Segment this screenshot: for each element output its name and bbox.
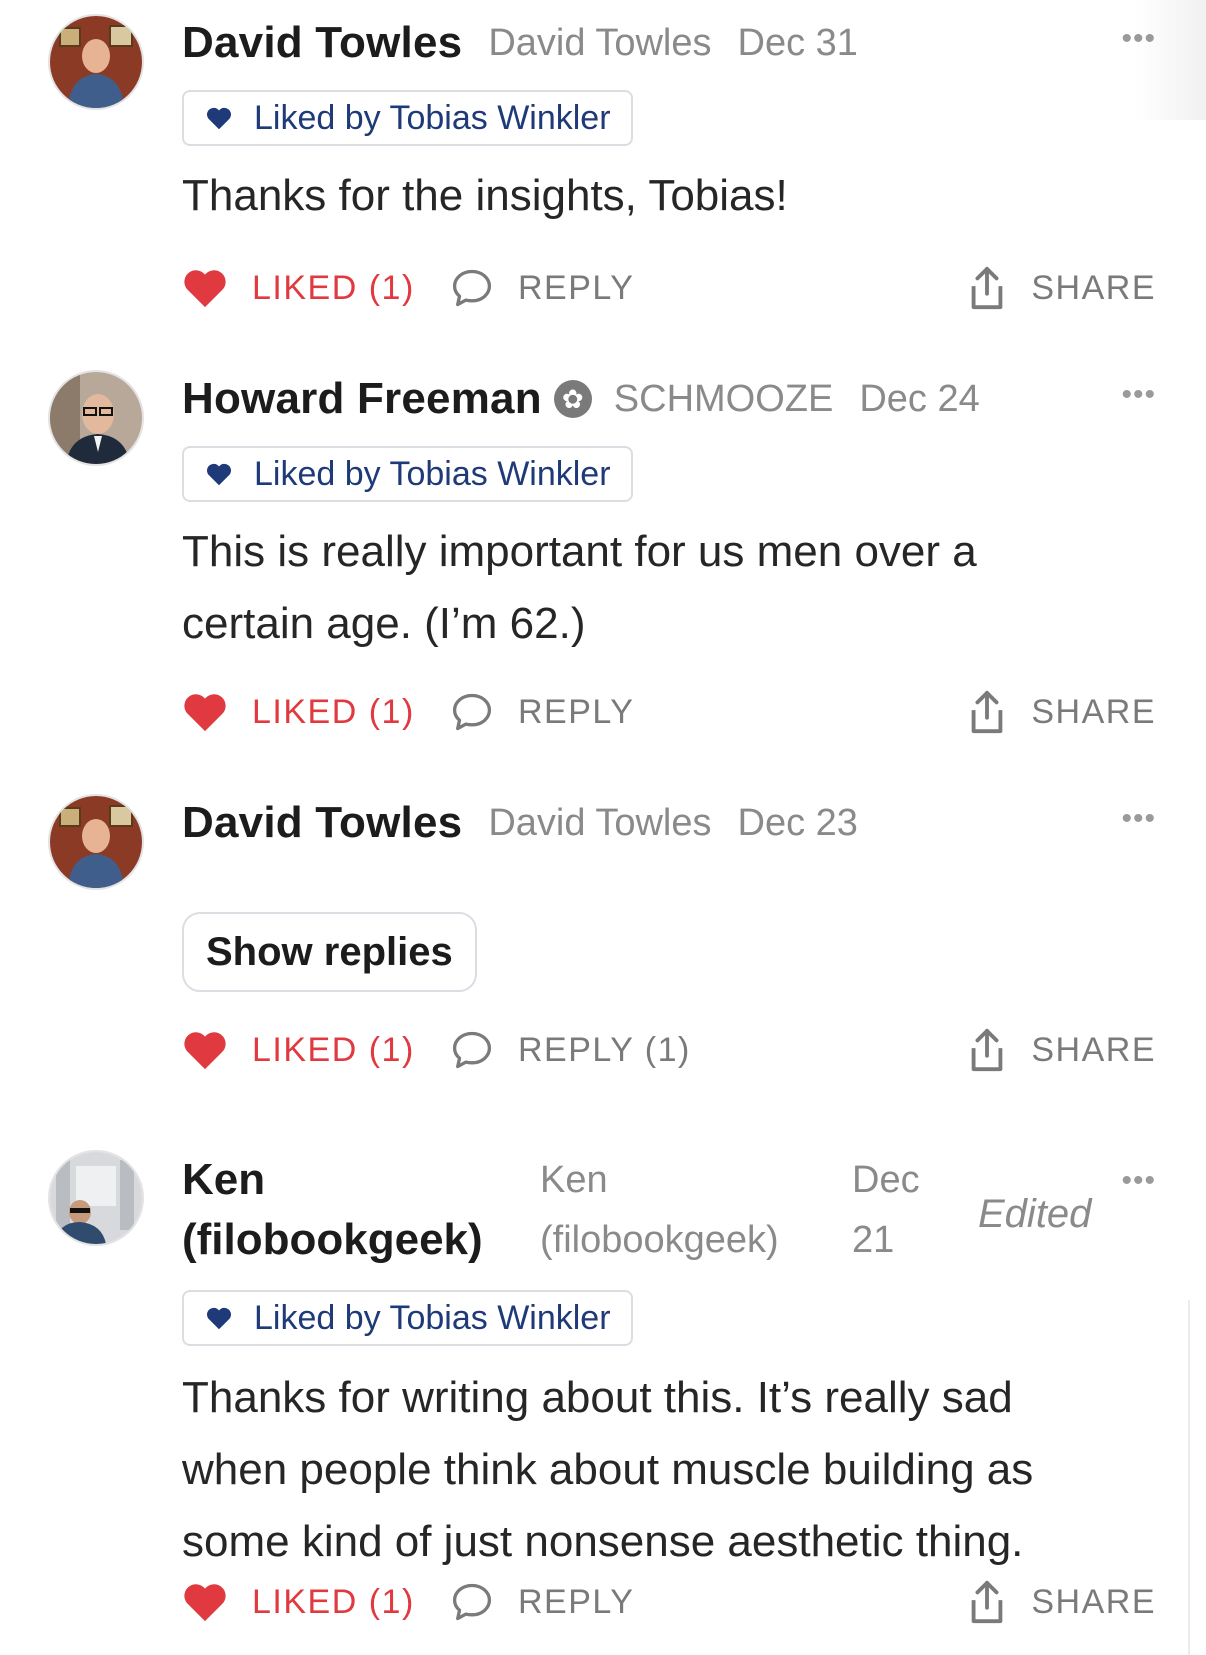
comment-text-line: Thanks for writing about this. It’s real… [182,1373,1013,1422]
author-handle-line: Ken [540,1159,608,1201]
comment-header: Howard Freeman ✿ SCHMOOZE Dec 24 [182,374,980,424]
comment-text-line: some kind of just nonsense aesthetic thi… [182,1517,1024,1566]
reply-button[interactable]: REPLY [450,258,634,318]
ellipsis-icon[interactable]: ••• [1121,1164,1156,1198]
speech-bubble-icon [452,1583,492,1621]
comment-body: This is really important for us men over… [182,516,1102,660]
share-label: SHARE [1031,1582,1156,1621]
reply-button[interactable]: REPLY [450,1572,634,1632]
heart-icon [206,1307,232,1330]
ellipsis-icon[interactable]: ••• [1121,378,1156,412]
reply-label: REPLY [518,692,635,731]
share-icon [972,690,1003,734]
comment-text: Thanks for the insights, Tobias! [182,171,788,220]
share-icon [972,1028,1003,1072]
share-button[interactable]: SHARE [967,1020,1156,1080]
like-label: LIKED (1) [252,1030,415,1069]
reply-button[interactable]: REPLY [450,682,634,742]
avatar[interactable] [50,16,142,108]
edited-label: Edited [978,1192,1092,1236]
comment-date-line: Dec [852,1159,920,1201]
like-label: LIKED (1) [252,268,415,307]
like-button[interactable]: LIKED (1) [182,1020,415,1080]
top-right-shade [1136,0,1206,120]
author-name[interactable]: David Towles [182,798,462,848]
avatar[interactable] [50,372,142,464]
ellipsis-icon[interactable]: ••• [1121,802,1156,836]
share-button[interactable]: SHARE [967,258,1156,318]
speech-bubble-icon [452,1031,492,1069]
comment-date[interactable]: Dec 31 [738,22,858,65]
comment-actions: LIKED (1) REPLY (1) SHARE [182,1020,1156,1080]
comment-actions: LIKED (1) REPLY SHARE [182,1572,1156,1632]
liked-by-badge: Liked by Tobias Winkler [182,446,633,502]
author-handle-line: (filobookgeek) [540,1219,779,1261]
speech-bubble-icon [452,269,492,307]
show-replies-label: Show replies [206,929,453,974]
comment-header: David Towles David Towles Dec 23 [182,798,858,848]
author-handle[interactable]: David Towles [488,802,711,845]
heart-icon [206,463,232,486]
ellipsis-icon[interactable]: ••• [1121,22,1156,56]
share-label: SHARE [1031,1030,1156,1069]
author-name[interactable]: Howard Freeman [182,374,542,424]
reply-button[interactable]: REPLY (1) [450,1020,691,1080]
heart-icon [184,694,226,732]
comment-text-line: certain age. (I’m 62.) [182,599,586,648]
speech-bubble-icon [452,693,492,731]
comment-date[interactable]: Dec 24 [859,378,979,421]
author-handle[interactable]: SCHMOOZE [614,378,834,421]
show-replies-button[interactable]: Show replies [182,912,477,992]
liked-by-label: Liked by Tobias Winkler [254,454,611,493]
like-button[interactable]: LIKED (1) [182,1572,415,1632]
avatar[interactable] [50,796,142,888]
heart-icon [184,270,226,308]
reply-label: REPLY [518,268,635,307]
author-name[interactable]: David Towles [182,18,462,68]
reply-label: REPLY (1) [518,1030,691,1069]
liked-by-badge: Liked by Tobias Winkler [182,1290,633,1346]
comment-date-line: 21 [852,1219,895,1261]
comment-body: Thanks for the insights, Tobias! [182,160,1102,232]
comment-date[interactable]: Dec 21 [852,1150,920,1270]
comment-actions: LIKED (1) REPLY SHARE [182,682,1156,742]
author-handle[interactable]: Ken (filobookgeek) [540,1150,779,1270]
liked-by-label: Liked by Tobias Winkler [254,1298,611,1337]
scrollbar[interactable] [1188,1300,1190,1655]
share-button[interactable]: SHARE [967,1572,1156,1632]
comment-text-line: This is really important for us men over… [182,527,977,576]
comment-text-line: when people think about muscle building … [182,1445,1034,1494]
share-button[interactable]: SHARE [967,682,1156,742]
comment-actions: LIKED (1) REPLY SHARE [182,258,1156,318]
like-label: LIKED (1) [252,1582,415,1621]
author-handle[interactable]: David Towles [488,22,711,65]
like-label: LIKED (1) [252,692,415,731]
share-label: SHARE [1031,268,1156,307]
comment-date[interactable]: Dec 23 [738,802,858,845]
comment-header: David Towles David Towles Dec 31 [182,18,858,68]
liked-by-badge: Liked by Tobias Winkler [182,90,633,146]
like-button[interactable]: LIKED (1) [182,682,415,742]
share-label: SHARE [1031,692,1156,731]
avatar[interactable] [50,1152,142,1244]
reply-label: REPLY [518,1582,635,1621]
heart-icon [184,1584,226,1622]
author-name-line: (filobookgeek) [182,1215,483,1264]
liked-by-label: Liked by Tobias Winkler [254,98,611,137]
share-icon [972,1580,1003,1624]
like-button[interactable]: LIKED (1) [182,258,415,318]
heart-icon [184,1032,226,1070]
share-icon [972,266,1003,310]
author-name[interactable]: Ken (filobookgeek) [182,1150,483,1270]
comment-body: Thanks for writing about this. It’s real… [182,1362,1102,1578]
heart-icon [206,107,232,130]
author-name-line: Ken [182,1155,266,1204]
badge-icon: ✿ [553,380,592,418]
